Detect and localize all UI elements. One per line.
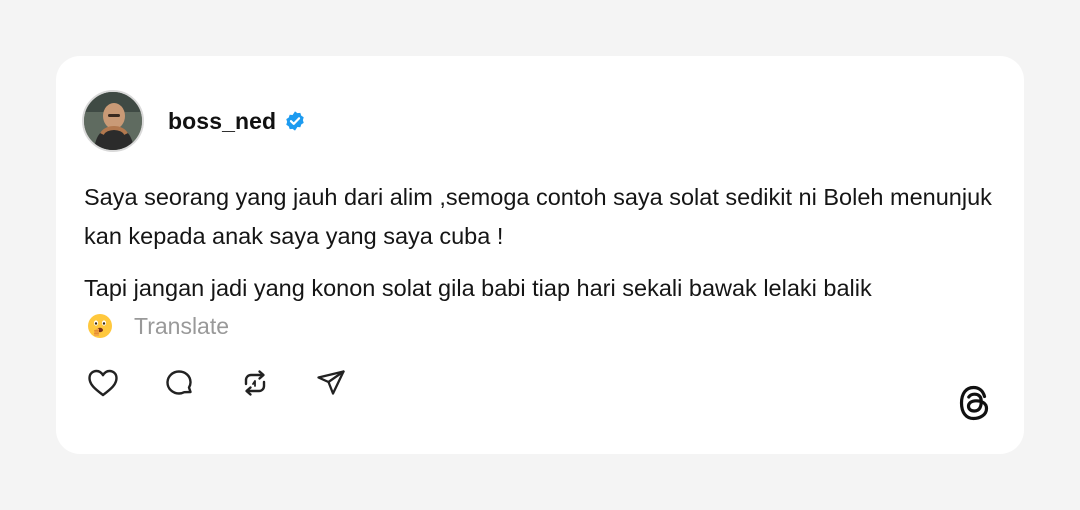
post-paragraph-2: Tapi jangan jadi yang konon solat gila b… — [84, 275, 872, 301]
face-with-hand-over-mouth-icon — [86, 312, 114, 340]
comment-icon[interactable] — [162, 366, 196, 400]
heart-icon[interactable] — [86, 366, 120, 400]
send-icon[interactable] — [314, 366, 348, 400]
emoji-translate-row: Translate — [84, 308, 1004, 344]
action-bar — [86, 366, 348, 400]
translate-button[interactable]: Translate — [134, 307, 229, 346]
post-body: Saya seorang yang jauh dari alim ,semoga… — [84, 178, 1004, 344]
verified-badge-icon — [284, 110, 306, 132]
avatar[interactable] — [82, 90, 144, 152]
username[interactable]: boss_ned — [168, 108, 276, 135]
post-paragraph-1: Saya seorang yang jauh dari alim ,semoga… — [84, 184, 992, 249]
threads-logo-icon — [956, 382, 994, 424]
post-header: boss_ned — [82, 88, 306, 154]
post-card: boss_ned Saya seorang yang jauh dari ali… — [56, 56, 1024, 454]
repost-icon[interactable] — [238, 366, 272, 400]
